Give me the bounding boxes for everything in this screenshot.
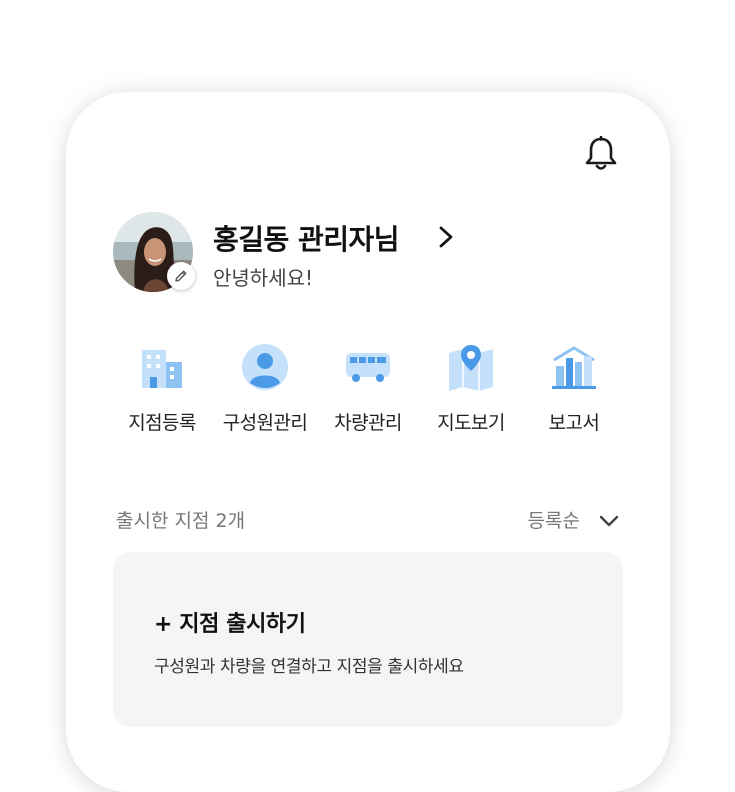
launch-branch-description: 구성원과 차량을 연결하고 지점을 출시하세요 [154, 657, 464, 677]
menu-item-report[interactable]: 보고서 [526, 342, 622, 435]
person-icon [237, 342, 293, 392]
menu-label: 보고서 [548, 412, 600, 434]
menu-item-branch-register[interactable]: 지점등록 [114, 342, 210, 435]
branches-header: 출시한 지점 2개 등록순 [116, 506, 620, 534]
quick-menu: 지점등록 구성원관리 차량관리 지도보기 보고서 [114, 342, 622, 435]
bus-icon [340, 342, 396, 392]
profile-name[interactable]: 홍길동 관리자님 [213, 218, 400, 258]
sort-label: 등록순 [527, 510, 580, 532]
map-pin-icon [443, 342, 499, 392]
phone-screen: 홍길동 관리자님 안녕하세요! 지점등록 구성원관리 차량관리 지도보기 보고서… [66, 92, 670, 792]
menu-label: 구성원관리 [222, 412, 308, 434]
branch-count: 출시한 지점 2개 [116, 510, 246, 532]
launch-branch-card[interactable]: + 지점 출시하기 구성원과 차량을 연결하고 지점을 출시하세요 [113, 552, 623, 727]
sort-dropdown[interactable]: 등록순 [528, 506, 620, 533]
chevron-right-icon[interactable] [435, 224, 457, 250]
pencil-icon[interactable] [167, 262, 195, 290]
menu-item-vehicle-management[interactable]: 차량관리 [320, 342, 416, 435]
menu-label: 지점등록 [128, 412, 196, 434]
menu-label: 지도보기 [437, 412, 505, 434]
menu-label: 차량관리 [334, 412, 402, 434]
menu-item-map-view[interactable]: 지도보기 [423, 342, 519, 435]
bell-icon[interactable] [584, 135, 618, 172]
menu-item-member-management[interactable]: 구성원관리 [217, 342, 313, 435]
profile-greeting: 안녕하세요! [213, 266, 314, 290]
launch-branch-title: + 지점 출시하기 [154, 612, 306, 637]
building-icon [134, 342, 190, 392]
chevron-down-icon [598, 513, 620, 527]
bar-chart-icon [546, 342, 602, 392]
profile-section: 홍길동 관리자님 안녕하세요! [113, 212, 633, 296]
